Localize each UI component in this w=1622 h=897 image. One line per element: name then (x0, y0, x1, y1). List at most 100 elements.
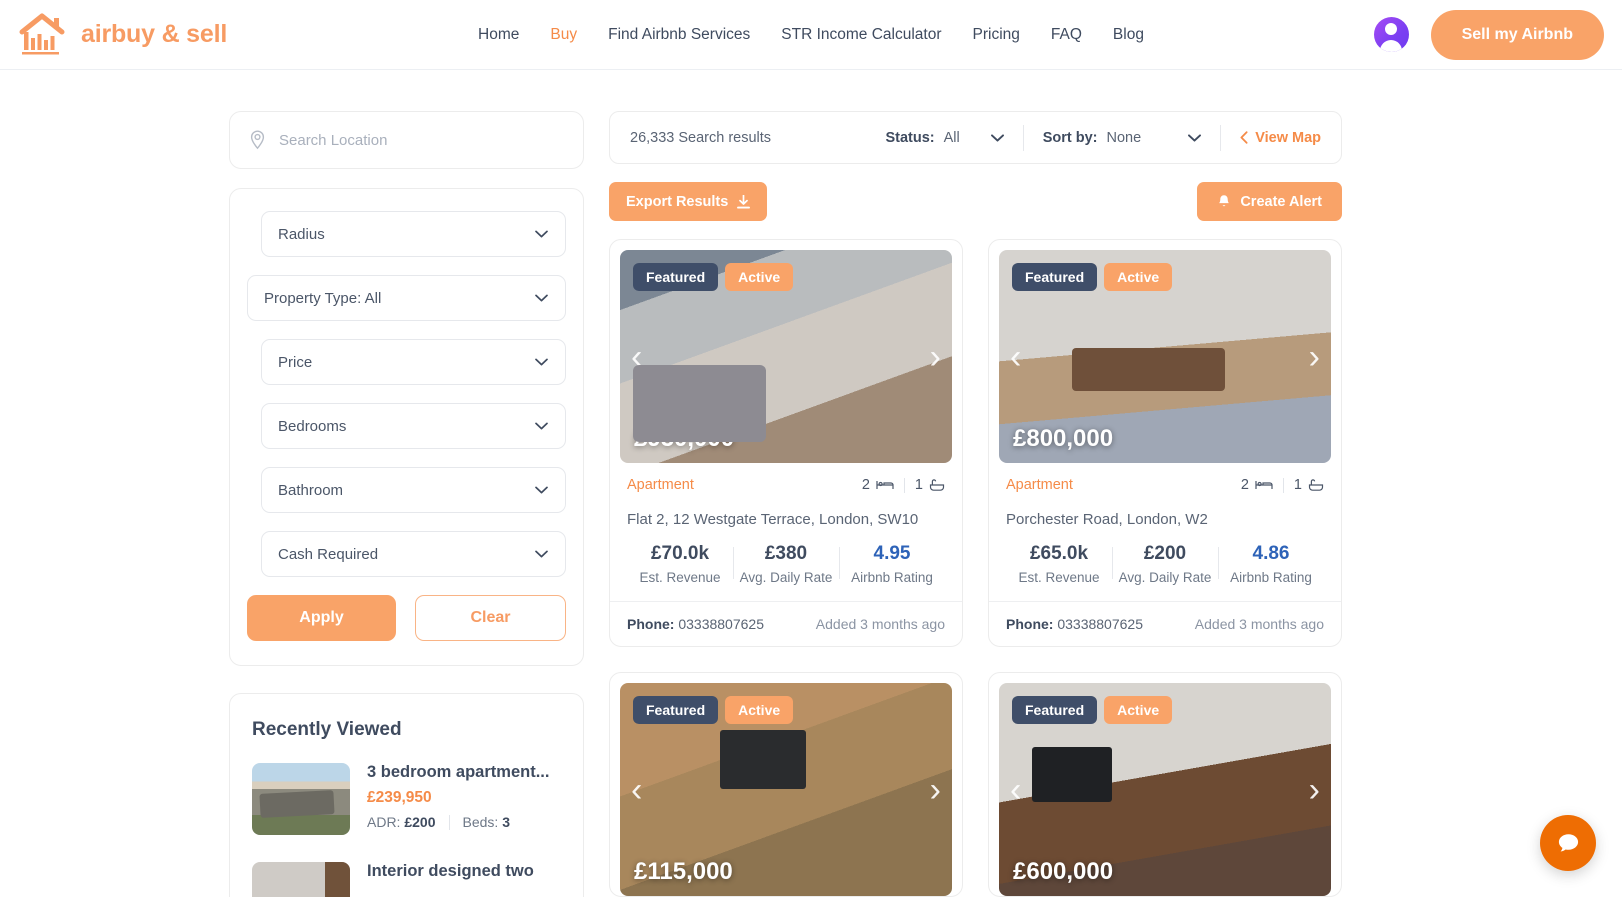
carousel-next-icon[interactable]: › (1309, 773, 1320, 807)
view-map-link[interactable]: View Map (1240, 130, 1321, 146)
property-card[interactable]: Featured Active ‹ › £950,000 Apartment 2 (609, 239, 963, 647)
stat-airbnb-rating: 4.86 Airbnb Rating (1218, 543, 1324, 585)
nav-item-faq[interactable]: FAQ (1051, 26, 1082, 44)
carousel-next-icon[interactable]: › (930, 340, 941, 374)
filter-property-type[interactable]: Property Type: All (247, 275, 566, 321)
adr-value: £200 (404, 814, 436, 830)
property-card[interactable]: Featured Active ‹ › £800,000 Apartment 2 (988, 239, 1342, 647)
filter-radius[interactable]: Radius (261, 211, 566, 257)
filter-cash-required[interactable]: Cash Required (261, 531, 566, 577)
nav-item-blog[interactable]: Blog (1113, 26, 1144, 44)
header-right-group: Sell my Airbnb (1373, 9, 1604, 60)
avatar-head-icon (1385, 23, 1398, 35)
stat-avg-daily-rate: £200 Avg. Daily Rate (1112, 543, 1218, 585)
filter-price[interactable]: Price (261, 339, 566, 385)
recently-viewed-thumbnail (252, 862, 350, 897)
phone-label: Phone: (1006, 616, 1054, 632)
phone-group: Phone: 03338807625 (1006, 616, 1143, 632)
download-icon (737, 194, 751, 209)
chat-widget-button[interactable] (1540, 815, 1596, 871)
stat-label: Avg. Daily Rate (1118, 570, 1212, 585)
carousel-next-icon[interactable]: › (930, 773, 941, 807)
stat-label: Est. Revenue (1018, 570, 1100, 585)
property-price: £115,000 (634, 858, 733, 885)
featured-badge: Featured (633, 696, 719, 724)
house-chart-logo-icon (19, 13, 65, 54)
recently-viewed-title: Recently Viewed (252, 719, 402, 740)
filter-property-type-label: Property Type: All (264, 289, 382, 307)
status-filter-dropdown[interactable]: Status: All (885, 129, 1004, 146)
nav-item-pricing[interactable]: Pricing (973, 26, 1020, 44)
nav-item-buy[interactable]: Buy (550, 26, 577, 44)
page-body: Radius Property Type: All Price Bedrooms (0, 70, 1622, 897)
bathrooms-count: 1 (1293, 477, 1302, 493)
property-type-row: Apartment 2 1 (627, 477, 945, 493)
list-item[interactable]: 3 bedroom apartment... £239,950 ADR: £20… (252, 763, 561, 835)
property-badges: Featured Active (633, 263, 794, 291)
property-card[interactable]: Featured Active ‹ › £115,000 (609, 672, 963, 897)
stat-value: £70.0k (650, 543, 710, 564)
property-footer: Phone: 03338807625 Added 3 months ago (610, 601, 962, 646)
carousel-prev-icon[interactable]: ‹ (631, 340, 642, 374)
filter-bedrooms[interactable]: Bedrooms (261, 403, 566, 449)
avatar[interactable] (1373, 17, 1409, 52)
sort-by-label: Sort by: (1042, 129, 1098, 146)
divider (903, 477, 905, 493)
recently-viewed-thumbnail (252, 763, 350, 835)
brand-name: airbuy & sell (81, 20, 228, 48)
clear-filters-button[interactable]: Clear (415, 595, 566, 641)
bed-icon (1255, 481, 1273, 489)
carousel-next-icon[interactable]: › (1309, 340, 1320, 374)
status-badge: Active (725, 263, 794, 291)
chevron-down-icon (990, 133, 1004, 142)
recently-viewed-info: 3 bedroom apartment... £239,950 ADR: £20… (367, 763, 561, 835)
sort-by-dropdown[interactable]: Sort by: None (1042, 129, 1202, 146)
brand-logo-link[interactable]: airbuy & sell (18, 12, 227, 58)
property-features: 2 1 (862, 477, 945, 493)
search-input[interactable] (279, 131, 564, 149)
property-address: Flat 2, 12 Westgate Terrace, London, SW1… (627, 511, 919, 528)
property-card[interactable]: Featured Active ‹ › £600,000 (988, 672, 1342, 897)
status-badge: Active (1104, 263, 1173, 291)
property-stats: £70.0k Est. Revenue £380 Avg. Daily Rate… (627, 543, 945, 601)
filter-bathroom[interactable]: Bathroom (261, 467, 566, 513)
carousel-prev-icon[interactable]: ‹ (1010, 773, 1021, 807)
chevron-down-icon (535, 422, 548, 430)
sort-by-value: None (1106, 129, 1142, 146)
search-location-box (229, 111, 584, 169)
property-body: Apartment 2 1 (610, 463, 962, 601)
sell-my-airbnb-button[interactable]: Sell my Airbnb (1430, 9, 1604, 60)
chat-bubble-icon (1558, 833, 1578, 851)
featured-badge: Featured (1012, 696, 1098, 724)
adr-group: ADR: £200 (367, 814, 436, 830)
export-results-button[interactable]: Export Results (609, 182, 768, 221)
filter-radius-label: Radius (278, 225, 325, 243)
nav-item-find-airbnb-services[interactable]: Find Airbnb Services (608, 26, 750, 44)
property-price: £600,000 (1013, 858, 1114, 885)
chevron-down-icon (535, 486, 548, 494)
stat-label: Est. Revenue (639, 570, 721, 585)
status-filter-value: All (943, 129, 960, 146)
carousel-prev-icon[interactable]: ‹ (631, 773, 642, 807)
list-item[interactable]: Interior designed two (252, 862, 561, 897)
filter-price-label: Price (278, 353, 313, 371)
avatar-body-icon (1380, 40, 1403, 52)
filter-panel: Radius Property Type: All Price Bedrooms (229, 188, 584, 666)
phone-number[interactable]: 03338807625 (1057, 616, 1143, 632)
nav-item-home[interactable]: Home (478, 26, 519, 44)
stat-label: Airbnb Rating (851, 570, 933, 585)
apply-filters-button[interactable]: Apply (247, 595, 396, 641)
phone-number[interactable]: 03338807625 (678, 616, 764, 632)
property-type: Apartment (627, 477, 694, 493)
added-date: Added 3 months ago (815, 616, 945, 632)
divider (1282, 477, 1284, 493)
carousel-prev-icon[interactable]: ‹ (1010, 340, 1021, 374)
property-body: Apartment 2 1 (989, 463, 1341, 601)
property-badges: Featured Active (633, 696, 794, 724)
added-date: Added 3 months ago (1194, 616, 1324, 632)
nav-item-str-income-calculator[interactable]: STR Income Calculator (781, 26, 941, 44)
results-content: 26,333 Search results Status: All Sort b… (609, 111, 1342, 897)
create-alert-button[interactable]: Create Alert (1197, 182, 1342, 221)
divider (1022, 124, 1024, 151)
main-navigation: Home Buy Find Airbnb Services STR Income… (478, 26, 1144, 44)
